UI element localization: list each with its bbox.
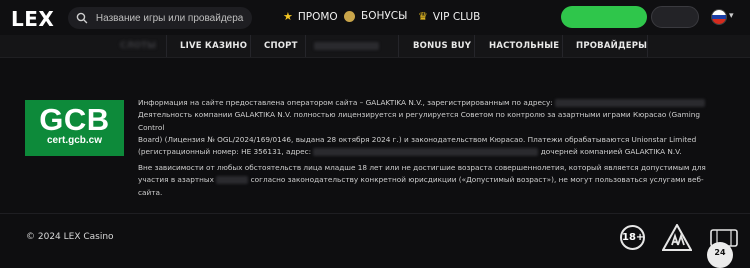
divider <box>250 35 251 57</box>
top-bar: LEX ★ ПРОМО БОНУСЫ ♛ VIP CLUB ▾ <box>0 0 750 35</box>
nav-promo-label: ПРОМО <box>297 10 338 23</box>
gambling-aware-logo-icon[interactable] <box>662 224 692 251</box>
age-line-2a: участия в азартных <box>138 175 214 185</box>
category-nav: СЛОТЫ LIVE КАЗИНО СПОРТ BONUS BUY НАСТОЛ… <box>0 35 750 58</box>
divider <box>647 35 648 57</box>
crown-icon: ♛ <box>418 10 428 23</box>
support-24-button[interactable]: 24 <box>707 242 733 268</box>
tab-bonus-buy[interactable]: BONUS BUY <box>413 35 471 57</box>
license-line-1: Информация на сайте предоставлена операт… <box>138 98 553 107</box>
site-logo[interactable]: LEX <box>11 7 54 31</box>
age-18-badge-icon: 18+ <box>620 225 645 250</box>
gcb-license-logo[interactable]: GCB cert.gcb.cw <box>25 100 124 156</box>
nav-bonuses[interactable]: БОНУСЫ <box>344 10 407 22</box>
tab-sport[interactable]: СПОРТ <box>264 35 298 57</box>
license-line-4b: дочерней компанией GALAKTIKA N.V. <box>540 147 682 157</box>
star-icon: ★ <box>283 10 293 23</box>
coin-icon <box>344 10 355 22</box>
search-box[interactable] <box>68 7 252 29</box>
login-button[interactable] <box>651 6 699 28</box>
search-icon <box>76 12 88 24</box>
nav-vip-label: VIP CLUB <box>432 10 481 23</box>
chevron-down-icon[interactable]: ▾ <box>729 11 734 21</box>
gcb-logo-text: GCB <box>39 102 110 137</box>
age-restriction-paragraph: Вне зависимости от любых обстоятельств л… <box>138 162 718 199</box>
divider <box>166 35 167 57</box>
divider <box>474 35 475 57</box>
divider <box>562 35 563 57</box>
divider <box>398 35 399 57</box>
nav-promo[interactable]: ★ ПРОМО <box>283 10 338 23</box>
search-input[interactable] <box>93 11 252 25</box>
license-line-3: Board) (Лицензия № OGL/2024/169/0146, вы… <box>138 134 697 144</box>
footer-divider <box>0 213 750 214</box>
license-line-2: Деятельность компании GALAKTIKA N.V. пол… <box>138 110 701 132</box>
ru-flag-icon[interactable] <box>711 9 727 25</box>
tab-live-casino[interactable]: LIVE КАЗИНО <box>180 35 247 57</box>
age-line-1: Вне зависимости от любых обстоятельств л… <box>138 163 706 172</box>
register-button[interactable] <box>561 6 647 28</box>
tab-providers[interactable]: ПРОВАЙДЕРЫ <box>576 35 647 57</box>
tab-hidden[interactable] <box>314 35 379 57</box>
license-line-4a: (регистрационный номер: HE 356131, адрес… <box>138 147 312 157</box>
tab-table-games[interactable]: НАСТОЛЬНЫЕ <box>489 35 559 57</box>
tab-slots[interactable]: СЛОТЫ <box>120 35 156 57</box>
copyright-text: © 2024 LEX Casino <box>26 232 114 242</box>
divider <box>305 35 306 57</box>
nav-bonuses-label: БОНУСЫ <box>361 10 408 22</box>
nav-vip-club[interactable]: ♛ VIP CLUB <box>418 10 480 23</box>
license-paragraph: Информация на сайте предоставлена операт… <box>138 97 718 158</box>
